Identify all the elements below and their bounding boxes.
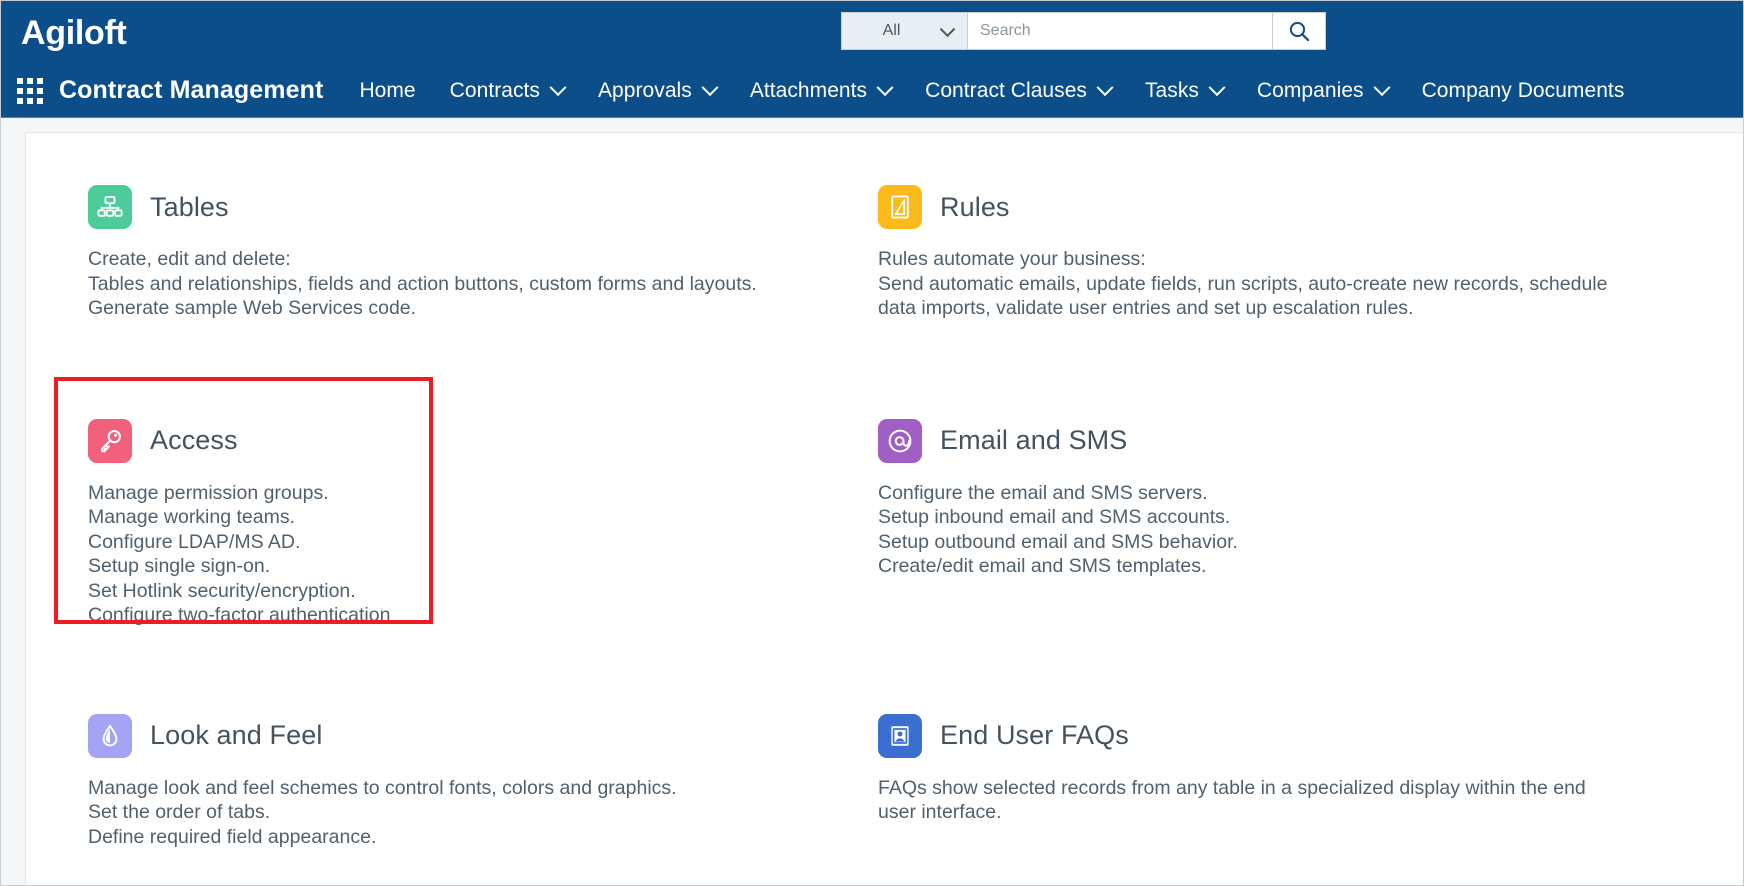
section-description: Rules automate your business: Send autom… [878,247,1743,321]
section-header: Tables [88,185,878,229]
chevron-down-icon [701,78,719,96]
search-icon [1288,20,1310,42]
description-line: Set the order of tabs. [88,801,271,823]
setup-sections-grid: Tables Create, edit and delete: Tables a… [88,185,1743,875]
nav-item-label: Tasks [1144,78,1199,102]
section-header: Look and Feel [88,713,878,758]
droplet-icon [88,713,132,758]
description-line: data imports, validate user entries and … [878,297,1414,319]
section-title: Rules [940,191,1010,222]
section-title: Email and SMS [940,425,1128,455]
description-line: Setup single sign-on. [88,555,271,577]
section-title: Look and Feel [150,720,323,750]
description-line: Setup inbound email and SMS accounts. [878,506,1231,528]
nav-item-contract-clauses[interactable]: Contract Clauses [925,78,1114,103]
search-scope-value: All [882,22,901,39]
description-line: Manage working teams. [88,506,296,528]
nav-item-tasks[interactable]: Tasks [1144,78,1226,103]
setup-section-email-and-sms[interactable]: Email and SMS Configure the email and SM… [878,418,1743,654]
setup-section-access[interactable]: Access Manage permission groups. Manage … [88,418,878,654]
search-scope-select[interactable]: All [841,12,967,50]
nav-item-company-documents[interactable]: Company Documents [1422,79,1625,103]
key-icon [88,418,132,463]
description-line: Set Hotlink security/encryption. [88,579,356,602]
setup-section-end-user-faqs[interactable]: End User FAQs FAQs show selected records… [878,713,1743,876]
setup-section-rules[interactable]: Rules Rules automate your business: Send… [878,185,1743,347]
section-header: Email and SMS [878,418,1743,463]
at-sign-icon [878,418,922,463]
hierarchy-icon [88,185,132,229]
setup-panel: Tables Create, edit and delete: Tables a… [25,132,1743,885]
nav-item-attachments[interactable]: Attachments [749,78,894,103]
description-line: Send automatic emails, update fields, ru… [878,272,1608,295]
description-line: Tables and relationships, fields and act… [88,272,757,295]
global-search: All [841,12,1326,50]
section-description: FAQs show selected records from any tabl… [878,776,1743,825]
chevron-down-icon [939,21,956,38]
nav-item-label: Companies [1256,78,1364,102]
section-header: Rules [878,185,1743,229]
section-description: Create, edit and delete: Tables and rela… [88,247,878,321]
section-description: Manage permission groups. Manage working… [88,481,878,628]
section-title: Tables [150,191,229,222]
description-line: Create, edit and delete: [88,248,291,270]
nav-item-contracts[interactable]: Contracts [449,78,567,103]
description-line: Configure the email and SMS servers. [878,481,1208,504]
chevron-down-icon [1208,78,1226,96]
description-line: Setup outbound email and SMS behavior. [878,530,1238,553]
section-description: Manage look and feel schemes to control … [88,776,878,850]
section-header: Access [88,418,878,463]
description-line: Manage look and feel schemes to control … [88,776,677,799]
description-line: FAQs show selected records from any tabl… [878,776,1586,799]
search-button[interactable] [1272,12,1326,50]
nav-item-label: Contract Clauses [925,78,1087,102]
nav-item-approvals[interactable]: Approvals [597,78,719,103]
search-input[interactable] [967,12,1272,50]
section-title: End User FAQs [940,720,1129,750]
description-line: Manage permission groups. [88,481,329,504]
content-area: Tables Create, edit and delete: Tables a… [1,118,1743,885]
chevron-down-icon [549,78,567,96]
user-card-icon [878,713,922,758]
chevron-down-icon [1373,78,1391,96]
description-line: Define required field appearance. [88,825,377,848]
nav-item-label: Attachments [749,78,868,102]
description-line: user interface. [878,801,1002,823]
nav-item-label: Approvals [597,78,692,102]
nav-item-home[interactable]: Home [359,79,415,103]
nav-item-label: Home [359,78,416,102]
main-navigation-bar: Contract Management Home Contracts Appro… [1,64,1743,118]
top-header-bar: Agiloft All [1,1,1743,64]
chevron-down-icon [876,78,894,96]
rules-chart-icon [878,185,922,229]
section-title: Access [150,425,238,455]
page-title: Contract Management [59,76,324,104]
description-line: Rules automate your business: [878,248,1146,270]
description-line: Configure two-factor authentication [88,604,391,626]
section-header: End User FAQs [878,713,1743,758]
section-description: Configure the email and SMS servers. Set… [878,481,1743,579]
description-line: Configure LDAP/MS AD. [88,530,301,553]
setup-section-tables[interactable]: Tables Create, edit and delete: Tables a… [88,185,878,347]
setup-section-look-and-feel[interactable]: Look and Feel Manage look and feel schem… [88,713,878,876]
application-window: Agiloft All Contract Management [0,0,1744,886]
agiloft-logo: Agiloft [21,13,127,52]
description-line: Generate sample Web Services code. [88,297,417,319]
description-line: Create/edit email and SMS templates. [878,555,1207,577]
nav-item-label: Company Documents [1421,78,1625,102]
chevron-down-icon [1096,78,1114,96]
apps-grid-icon[interactable] [15,76,45,106]
nav-item-label: Contracts [449,78,540,102]
nav-item-companies[interactable]: Companies [1256,78,1391,103]
